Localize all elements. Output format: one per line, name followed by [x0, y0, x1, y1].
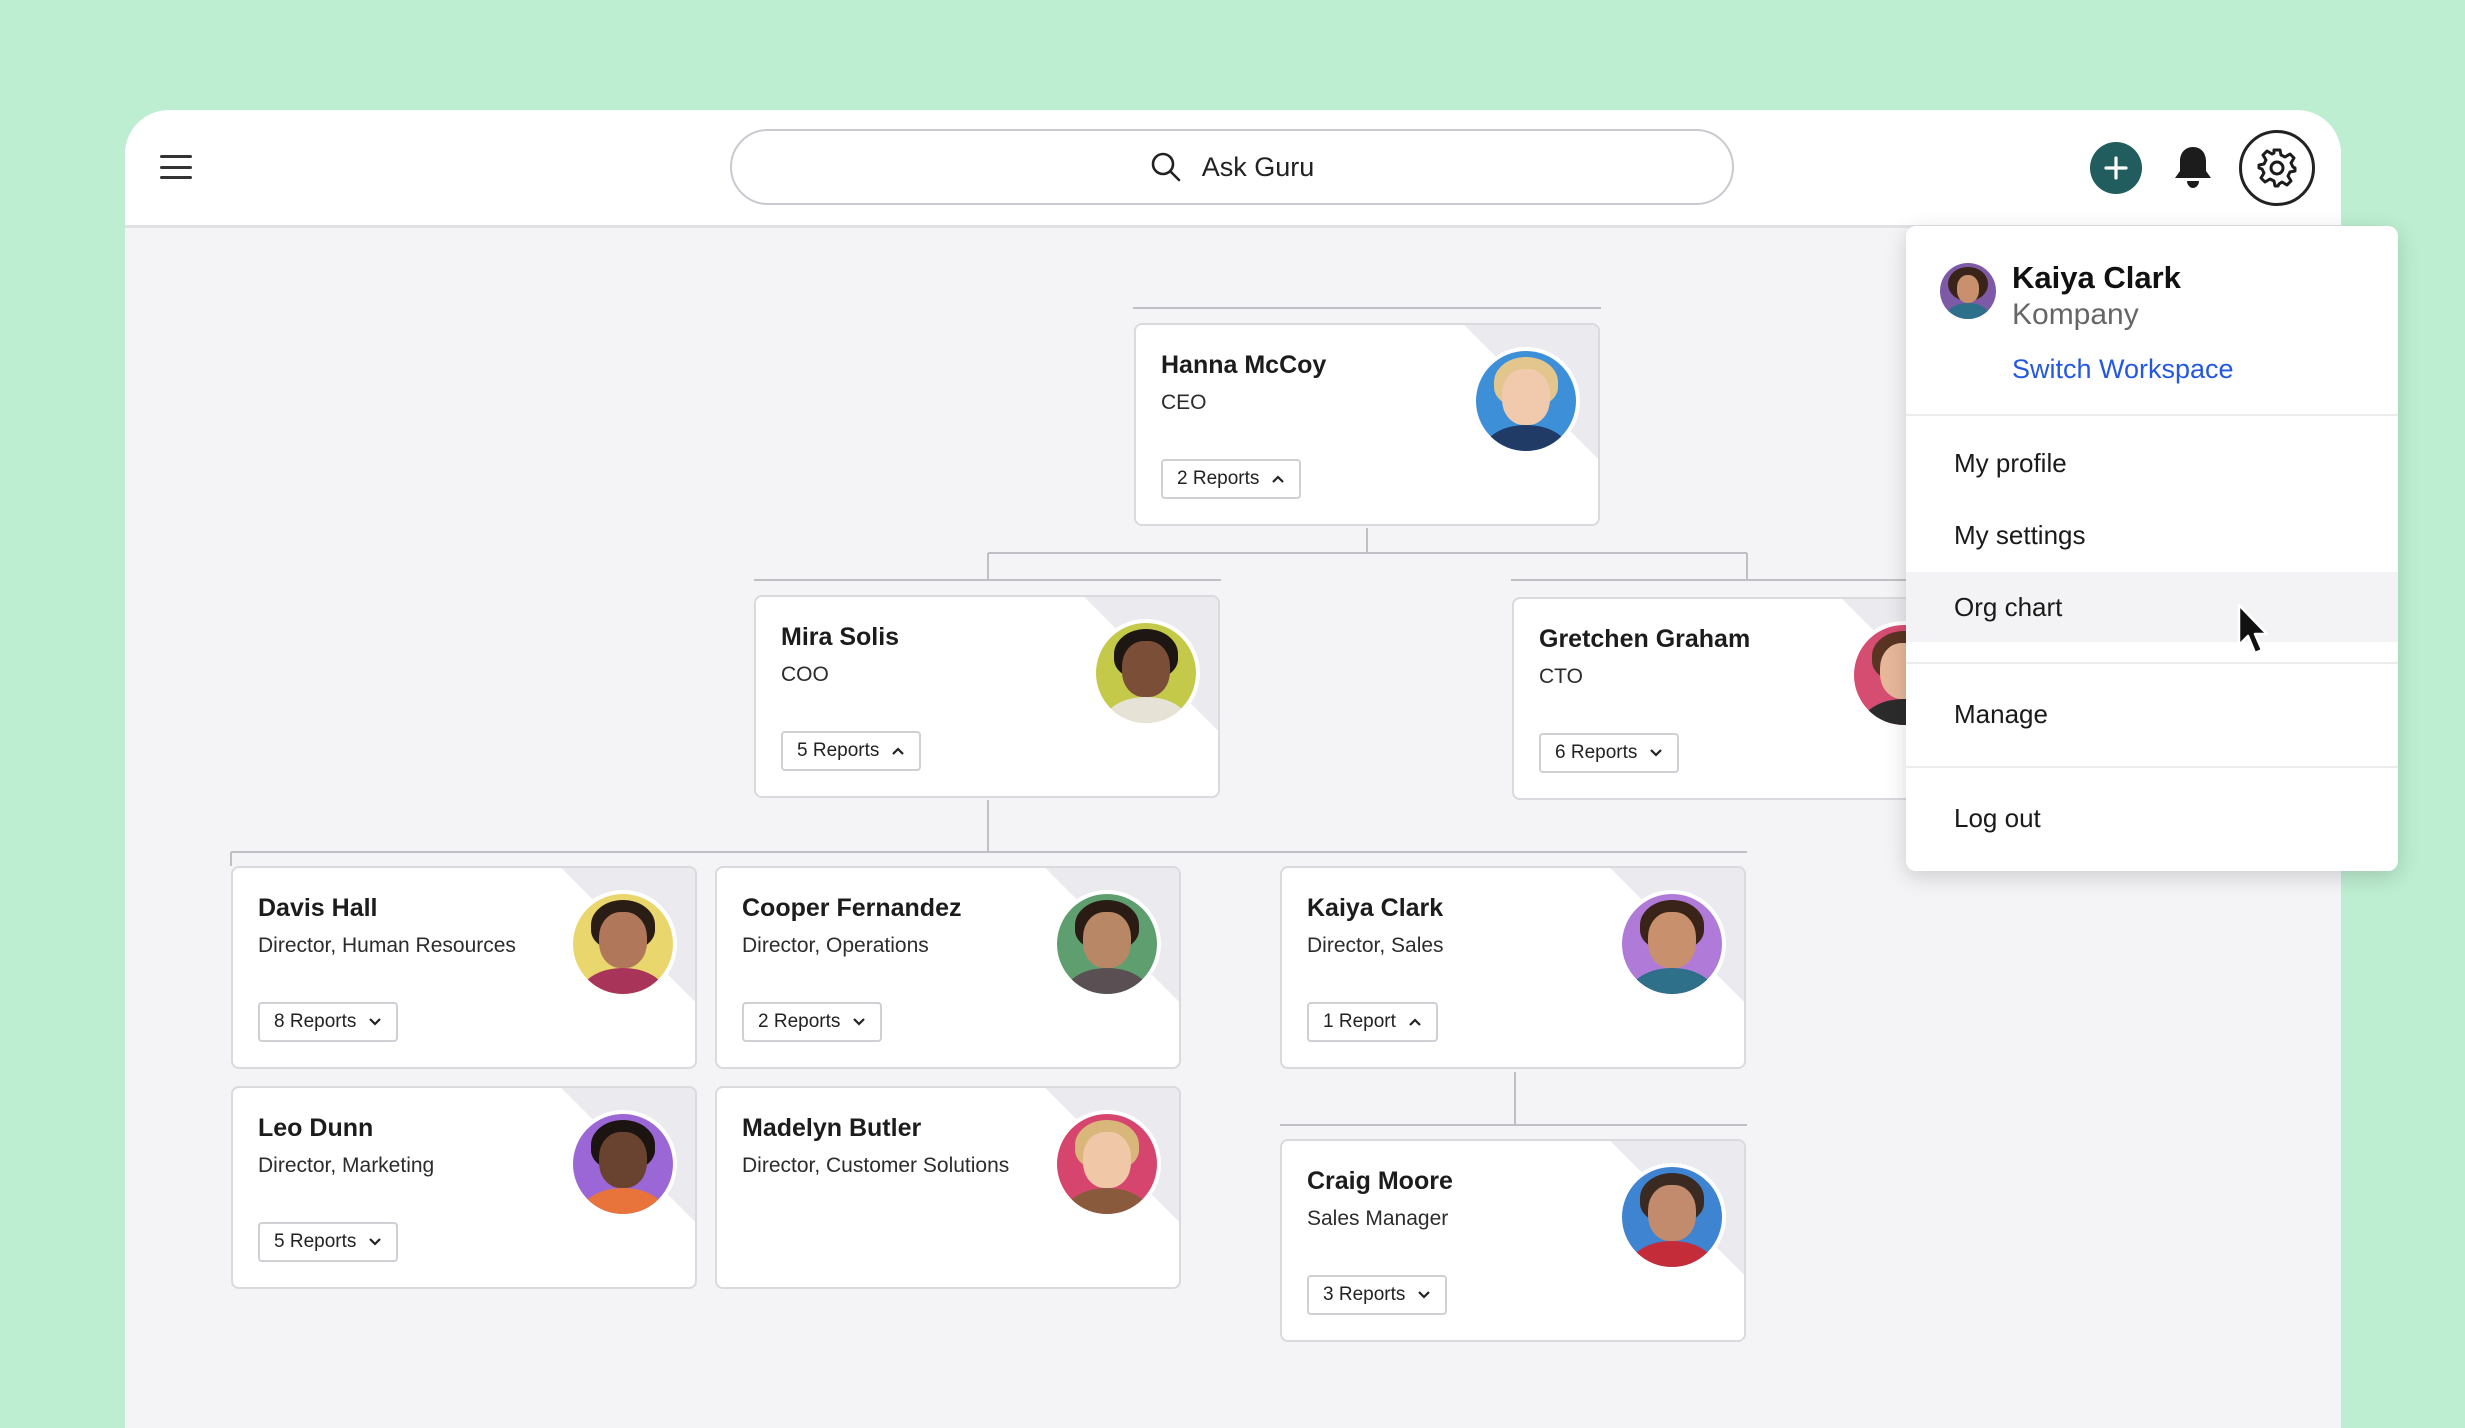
- org-card-hanna[interactable]: Hanna McCoy CEO 2 Reports: [1134, 323, 1600, 526]
- avatar: [1472, 347, 1580, 455]
- card-title: CTO: [1539, 665, 1583, 688]
- avatar: [569, 890, 677, 998]
- user-avatar: [1940, 263, 1996, 319]
- card-name: Cooper Fernandez: [742, 894, 962, 922]
- user-name: Kaiya Clark: [2012, 260, 2181, 295]
- menu-item-manage[interactable]: Manage: [1906, 679, 2398, 749]
- card-title: Sales Manager: [1307, 1207, 1449, 1230]
- hamburger-icon[interactable]: [160, 155, 192, 179]
- switch-workspace-link[interactable]: Switch Workspace: [2012, 354, 2234, 385]
- gear-icon: [2257, 148, 2297, 188]
- card-name: Kaiya Clark: [1307, 894, 1444, 922]
- reports-label: 5 Reports: [274, 1231, 357, 1252]
- workspace-name: Kompany: [2012, 298, 2139, 331]
- menu-item-my-settings[interactable]: My settings: [1906, 500, 2398, 570]
- reports-label: 2 Reports: [1177, 468, 1260, 489]
- card-title: Director, Marketing: [258, 1154, 435, 1177]
- card-name: Hanna McCoy: [1161, 351, 1327, 379]
- org-card-leo[interactable]: Leo Dunn Director, Marketing 5 Reports: [231, 1086, 697, 1289]
- reports-toggle[interactable]: 3 Reports: [1307, 1275, 1448, 1315]
- card-title: CEO: [1161, 391, 1207, 414]
- reports-toggle[interactable]: 8 Reports: [258, 1002, 399, 1042]
- avatar: [1053, 1110, 1161, 1218]
- settings-button[interactable]: [2239, 130, 2315, 206]
- avatar: [1618, 1163, 1726, 1271]
- org-card-davis[interactable]: Davis Hall Director, Human Resources 8 R…: [231, 866, 697, 1069]
- reports-label: 6 Reports: [1555, 742, 1638, 763]
- top-bar: Ask Guru: [125, 110, 2341, 228]
- plus-icon: [2104, 156, 2128, 180]
- menu-item-org-chart[interactable]: Org chart: [1906, 572, 2398, 642]
- chevron-down-icon: [1418, 1291, 1431, 1299]
- org-card-cooper[interactable]: Cooper Fernandez Director, Operations 2 …: [715, 866, 1181, 1069]
- mouse-cursor-icon: [2237, 603, 2269, 655]
- card-name: Craig Moore: [1307, 1167, 1453, 1195]
- card-title: Director, Customer Solutions: [742, 1154, 1010, 1177]
- card-title: Director, Human Resources: [258, 934, 516, 957]
- card-title: COO: [781, 663, 829, 686]
- user-menu-dropdown: Kaiya Clark Kompany Switch Workspace My …: [1906, 226, 2398, 871]
- search-placeholder: Ask Guru: [1201, 151, 1315, 182]
- card-name: Madelyn Butler: [742, 1114, 922, 1142]
- menu-divider: [1906, 766, 2398, 768]
- add-button[interactable]: [2090, 142, 2142, 194]
- reports-label: 5 Reports: [797, 740, 880, 761]
- search-bar[interactable]: Ask Guru: [730, 129, 1734, 205]
- chevron-up-icon: [1409, 1018, 1421, 1026]
- reports-toggle[interactable]: 5 Reports: [781, 731, 922, 771]
- chevron-down-icon: [369, 1018, 382, 1026]
- card-title: Director, Operations: [742, 934, 929, 957]
- menu-item-my-profile[interactable]: My profile: [1906, 428, 2398, 498]
- chevron-down-icon: [1650, 749, 1663, 757]
- reports-toggle[interactable]: 2 Reports: [742, 1002, 883, 1042]
- avatar: [1092, 619, 1200, 727]
- menu-divider: [1906, 662, 2398, 664]
- card-title: Director, Sales: [1307, 934, 1444, 957]
- reports-toggle[interactable]: 5 Reports: [258, 1222, 399, 1262]
- org-card-kaiya[interactable]: Kaiya Clark Director, Sales 1 Report: [1280, 866, 1746, 1069]
- org-card-craig[interactable]: Craig Moore Sales Manager 3 Reports: [1280, 1139, 1746, 1342]
- avatar: [569, 1110, 677, 1218]
- card-name: Leo Dunn: [258, 1114, 374, 1142]
- chevron-up-icon: [1272, 475, 1285, 483]
- reports-label: 2 Reports: [758, 1011, 841, 1032]
- chevron-down-icon: [369, 1238, 382, 1246]
- reports-toggle[interactable]: 6 Reports: [1539, 733, 1680, 773]
- menu-divider: [1906, 414, 2398, 416]
- card-name: Gretchen Graham: [1539, 625, 1751, 653]
- reports-toggle[interactable]: 1 Report: [1307, 1002, 1438, 1042]
- org-card-madelyn[interactable]: Madelyn Butler Director, Customer Soluti…: [715, 1086, 1181, 1289]
- avatar: [1053, 890, 1161, 998]
- org-card-mira[interactable]: Mira Solis COO 5 Reports: [754, 595, 1220, 798]
- menu-item-log-out[interactable]: Log out: [1906, 783, 2398, 853]
- card-name: Mira Solis: [781, 623, 900, 651]
- bell-icon[interactable]: [2171, 144, 2215, 190]
- search-icon: [1151, 152, 1181, 182]
- reports-label: 8 Reports: [274, 1011, 357, 1032]
- chevron-down-icon: [853, 1018, 866, 1026]
- reports-label: 1 Report: [1323, 1011, 1396, 1032]
- reports-label: 3 Reports: [1323, 1284, 1406, 1305]
- card-name: Davis Hall: [258, 894, 378, 922]
- avatar: [1618, 890, 1726, 998]
- reports-toggle[interactable]: 2 Reports: [1161, 459, 1302, 499]
- chevron-up-icon: [892, 747, 905, 755]
